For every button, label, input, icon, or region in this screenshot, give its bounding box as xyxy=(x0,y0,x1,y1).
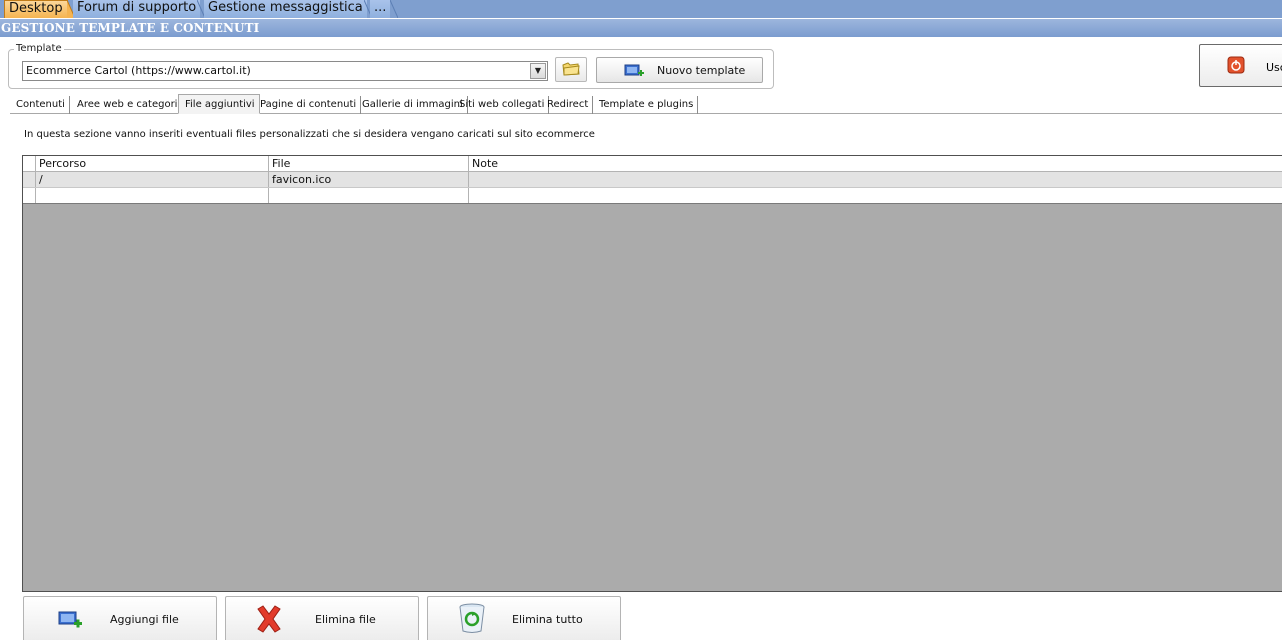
tab-aree-web-e-categorie[interactable]: Aree web e categorie xyxy=(71,96,189,114)
info-text: In questa sezione vanno inseriti eventua… xyxy=(24,129,595,140)
exit-label: Usc xyxy=(1266,61,1282,74)
section-title: GESTIONE TEMPLATE E CONTENUTI xyxy=(0,19,1282,37)
tab-file-aggiuntivi[interactable]: File aggiuntivi xyxy=(178,94,260,114)
tab-pagine-di-contenuti[interactable]: Pagine di contenuti xyxy=(254,96,362,114)
tab-forum-di-supporto[interactable]: Forum di supporto xyxy=(73,0,201,18)
row-indicator[interactable] xyxy=(23,172,36,187)
cell-note[interactable] xyxy=(469,188,1282,203)
table-row[interactable]: / favicon.ico xyxy=(23,172,1282,188)
template-group-title: Template xyxy=(14,43,64,54)
cell-note[interactable] xyxy=(469,172,1282,187)
delete-file-label: Elimina file xyxy=(315,613,376,626)
delete-all-label: Elimina tutto xyxy=(512,613,583,626)
top-tab-strip: Desktop Forum di supporto Gestione messa… xyxy=(0,0,1282,18)
cell-path[interactable]: / xyxy=(36,172,269,187)
table-row-new[interactable] xyxy=(23,188,1282,204)
add-file-button[interactable]: Aggiungi file xyxy=(23,596,217,640)
exit-button[interactable]: Usc xyxy=(1199,44,1282,87)
tab-siti-web-collegati[interactable]: Siti web collegati xyxy=(453,96,550,114)
tab-redirect[interactable]: Redirect xyxy=(541,96,594,114)
tab-template-e-plugins[interactable]: Template e plugins xyxy=(593,96,699,114)
open-folder-button[interactable] xyxy=(555,57,587,82)
new-template-button[interactable]: Nuovo template xyxy=(596,57,763,83)
column-header-percorso[interactable]: Percorso xyxy=(36,156,269,171)
tab-desktop[interactable]: Desktop xyxy=(4,0,68,18)
cell-path[interactable] xyxy=(36,188,269,203)
recycle-bin-icon xyxy=(459,603,485,633)
new-template-label: Nuovo template xyxy=(657,64,746,77)
column-header-note[interactable]: Note xyxy=(469,156,1282,171)
tab-contenuti[interactable]: Contenuti xyxy=(10,96,70,114)
template-select-value: Ecommerce Cartol (https://www.cartol.it) xyxy=(26,64,251,77)
grid-header: Percorso File Note xyxy=(23,156,1282,172)
tab-more[interactable]: ... xyxy=(370,0,391,18)
row-indicator[interactable] xyxy=(23,188,36,203)
folder-icon xyxy=(562,62,580,76)
delete-file-button[interactable]: Elimina file xyxy=(225,596,419,640)
cell-file[interactable] xyxy=(269,188,469,203)
row-indicator-header xyxy=(23,156,36,171)
delete-all-button[interactable]: Elimina tutto xyxy=(427,596,621,640)
red-x-icon xyxy=(257,605,281,633)
add-template-icon xyxy=(624,64,644,76)
tab-gallerie-di-immagini[interactable]: Gallerie di immagini xyxy=(356,96,468,114)
tab-separator-icon xyxy=(390,0,398,18)
power-icon xyxy=(1227,56,1245,74)
add-file-label: Aggiungi file xyxy=(110,613,179,626)
template-select[interactable]: Ecommerce Cartol (https://www.cartol.it)… xyxy=(22,61,548,81)
tab-gestione-messaggistica[interactable]: Gestione messaggistica xyxy=(204,0,367,18)
add-file-icon xyxy=(58,611,82,628)
column-header-file[interactable]: File xyxy=(269,156,469,171)
cell-file[interactable]: favicon.ico xyxy=(269,172,469,187)
files-grid[interactable]: Percorso File Note / favicon.ico xyxy=(22,155,1282,592)
chevron-down-icon[interactable]: ▼ xyxy=(530,63,546,79)
